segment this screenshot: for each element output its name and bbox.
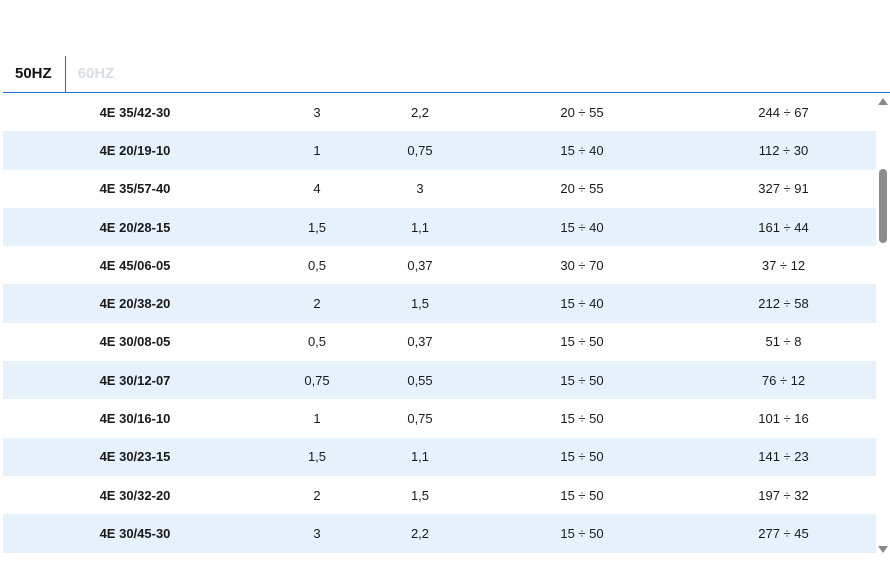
frequency-tabs: 50HZ 60HZ: [3, 56, 890, 93]
cell-hp: 0,75: [267, 361, 367, 400]
cell-kw: 2,2: [367, 514, 473, 553]
tab-50hz[interactable]: 50HZ: [3, 56, 66, 92]
pump-table: 4E 35/42-30 3 2,2 20 ÷ 55 244 ÷ 67 4E 20…: [3, 93, 876, 553]
cell-head: 327 ÷ 91: [691, 169, 876, 208]
cell-hp: 1: [267, 131, 367, 170]
cell-hp: 3: [267, 93, 367, 132]
page-frame: 50HZ 60HZ 4E 35/42-30 3 2,2 20 ÷ 55 244 …: [0, 0, 890, 566]
cell-kw: 0,75: [367, 399, 473, 438]
cell-head: 76 ÷ 12: [691, 361, 876, 400]
cell-flow: 20 ÷ 55: [473, 169, 691, 208]
cell-flow: 15 ÷ 50: [473, 514, 691, 553]
cell-hp: 1: [267, 399, 367, 438]
cell-model: 4E 35/57-40: [3, 169, 267, 208]
cell-hp: 0,5: [267, 322, 367, 362]
cell-head: 101 ÷ 16: [691, 399, 876, 438]
cell-model: 4E 30/16-10: [3, 399, 267, 438]
cell-flow: 30 ÷ 70: [473, 246, 691, 285]
cell-kw: 1,1: [367, 437, 473, 476]
table-row: 4E 30/12-07 0,75 0,55 15 ÷ 50 76 ÷ 12: [3, 361, 876, 400]
cell-head: 197 ÷ 32: [691, 475, 876, 515]
cell-flow: 15 ÷ 40: [473, 284, 691, 323]
table-row: 4E 35/42-30 3 2,2 20 ÷ 55 244 ÷ 67: [3, 93, 876, 132]
scrollbar-thumb[interactable]: [879, 169, 887, 243]
cell-kw: 3: [367, 169, 473, 208]
cell-hp: 4: [267, 169, 367, 208]
cell-head: 141 ÷ 23: [691, 437, 876, 476]
cell-model: 4E 35/42-30: [3, 93, 267, 132]
pump-table-container: 4E 35/42-30 3 2,2 20 ÷ 55 244 ÷ 67 4E 20…: [3, 93, 876, 553]
cell-model: 4E 30/12-07: [3, 361, 267, 400]
cell-kw: 1,1: [367, 207, 473, 247]
cell-flow: 20 ÷ 55: [473, 93, 691, 132]
cell-head: 212 ÷ 58: [691, 284, 876, 323]
cell-head: 244 ÷ 67: [691, 93, 876, 132]
cell-hp: 2: [267, 284, 367, 323]
cell-kw: 1,5: [367, 284, 473, 323]
cell-flow: 15 ÷ 40: [473, 131, 691, 170]
cell-kw: 0,37: [367, 322, 473, 362]
table-row: 4E 20/38-20 2 1,5 15 ÷ 40 212 ÷ 58: [3, 284, 876, 323]
cell-head: 37 ÷ 12: [691, 246, 876, 285]
table-scrollbar[interactable]: [877, 95, 890, 555]
table-row: 4E 35/57-40 4 3 20 ÷ 55 327 ÷ 91: [3, 169, 876, 208]
cell-kw: 0,37: [367, 246, 473, 285]
table-row: 4E 30/32-20 2 1,5 15 ÷ 50 197 ÷ 32: [3, 475, 876, 515]
cell-hp: 0,5: [267, 246, 367, 285]
table-row: 4E 30/23-15 1,5 1,1 15 ÷ 50 141 ÷ 23: [3, 437, 876, 476]
cell-model: 4E 45/06-05: [3, 246, 267, 285]
cell-hp: 3: [267, 514, 367, 553]
cell-flow: 15 ÷ 50: [473, 437, 691, 476]
cell-hp: 2: [267, 475, 367, 515]
cell-flow: 15 ÷ 50: [473, 361, 691, 400]
cell-flow: 15 ÷ 50: [473, 475, 691, 515]
tab-60hz[interactable]: 60HZ: [66, 56, 128, 92]
cell-hp: 1,5: [267, 207, 367, 247]
cell-model: 4E 30/32-20: [3, 475, 267, 515]
cell-head: 161 ÷ 44: [691, 207, 876, 247]
table-row: 4E 20/19-10 1 0,75 15 ÷ 40 112 ÷ 30: [3, 131, 876, 170]
triangle-up-icon[interactable]: [878, 98, 888, 105]
cell-model: 4E 30/23-15: [3, 437, 267, 476]
triangle-down-icon[interactable]: [878, 546, 888, 553]
cell-model: 4E 20/19-10: [3, 131, 267, 170]
table-row: 4E 20/28-15 1,5 1,1 15 ÷ 40 161 ÷ 44: [3, 207, 876, 247]
cell-head: 112 ÷ 30: [691, 131, 876, 170]
cell-model: 4E 20/38-20: [3, 284, 267, 323]
table-row: 4E 30/16-10 1 0,75 15 ÷ 50 101 ÷ 16: [3, 399, 876, 438]
cell-model: 4E 20/28-15: [3, 207, 267, 247]
table-row: 4E 45/06-05 0,5 0,37 30 ÷ 70 37 ÷ 12: [3, 246, 876, 285]
table-row: 4E 30/45-30 3 2,2 15 ÷ 50 277 ÷ 45: [3, 514, 876, 553]
cell-model: 4E 30/08-05: [3, 322, 267, 362]
cell-model: 4E 30/45-30: [3, 514, 267, 553]
cell-kw: 2,2: [367, 93, 473, 132]
cell-head: 277 ÷ 45: [691, 514, 876, 553]
cell-kw: 0,75: [367, 131, 473, 170]
cell-kw: 1,5: [367, 475, 473, 515]
cell-hp: 1,5: [267, 437, 367, 476]
table-row: 4E 30/08-05 0,5 0,37 15 ÷ 50 51 ÷ 8: [3, 322, 876, 362]
cell-flow: 15 ÷ 50: [473, 322, 691, 362]
cell-kw: 0,55: [367, 361, 473, 400]
cell-head: 51 ÷ 8: [691, 322, 876, 362]
cell-flow: 15 ÷ 50: [473, 399, 691, 438]
cell-flow: 15 ÷ 40: [473, 207, 691, 247]
